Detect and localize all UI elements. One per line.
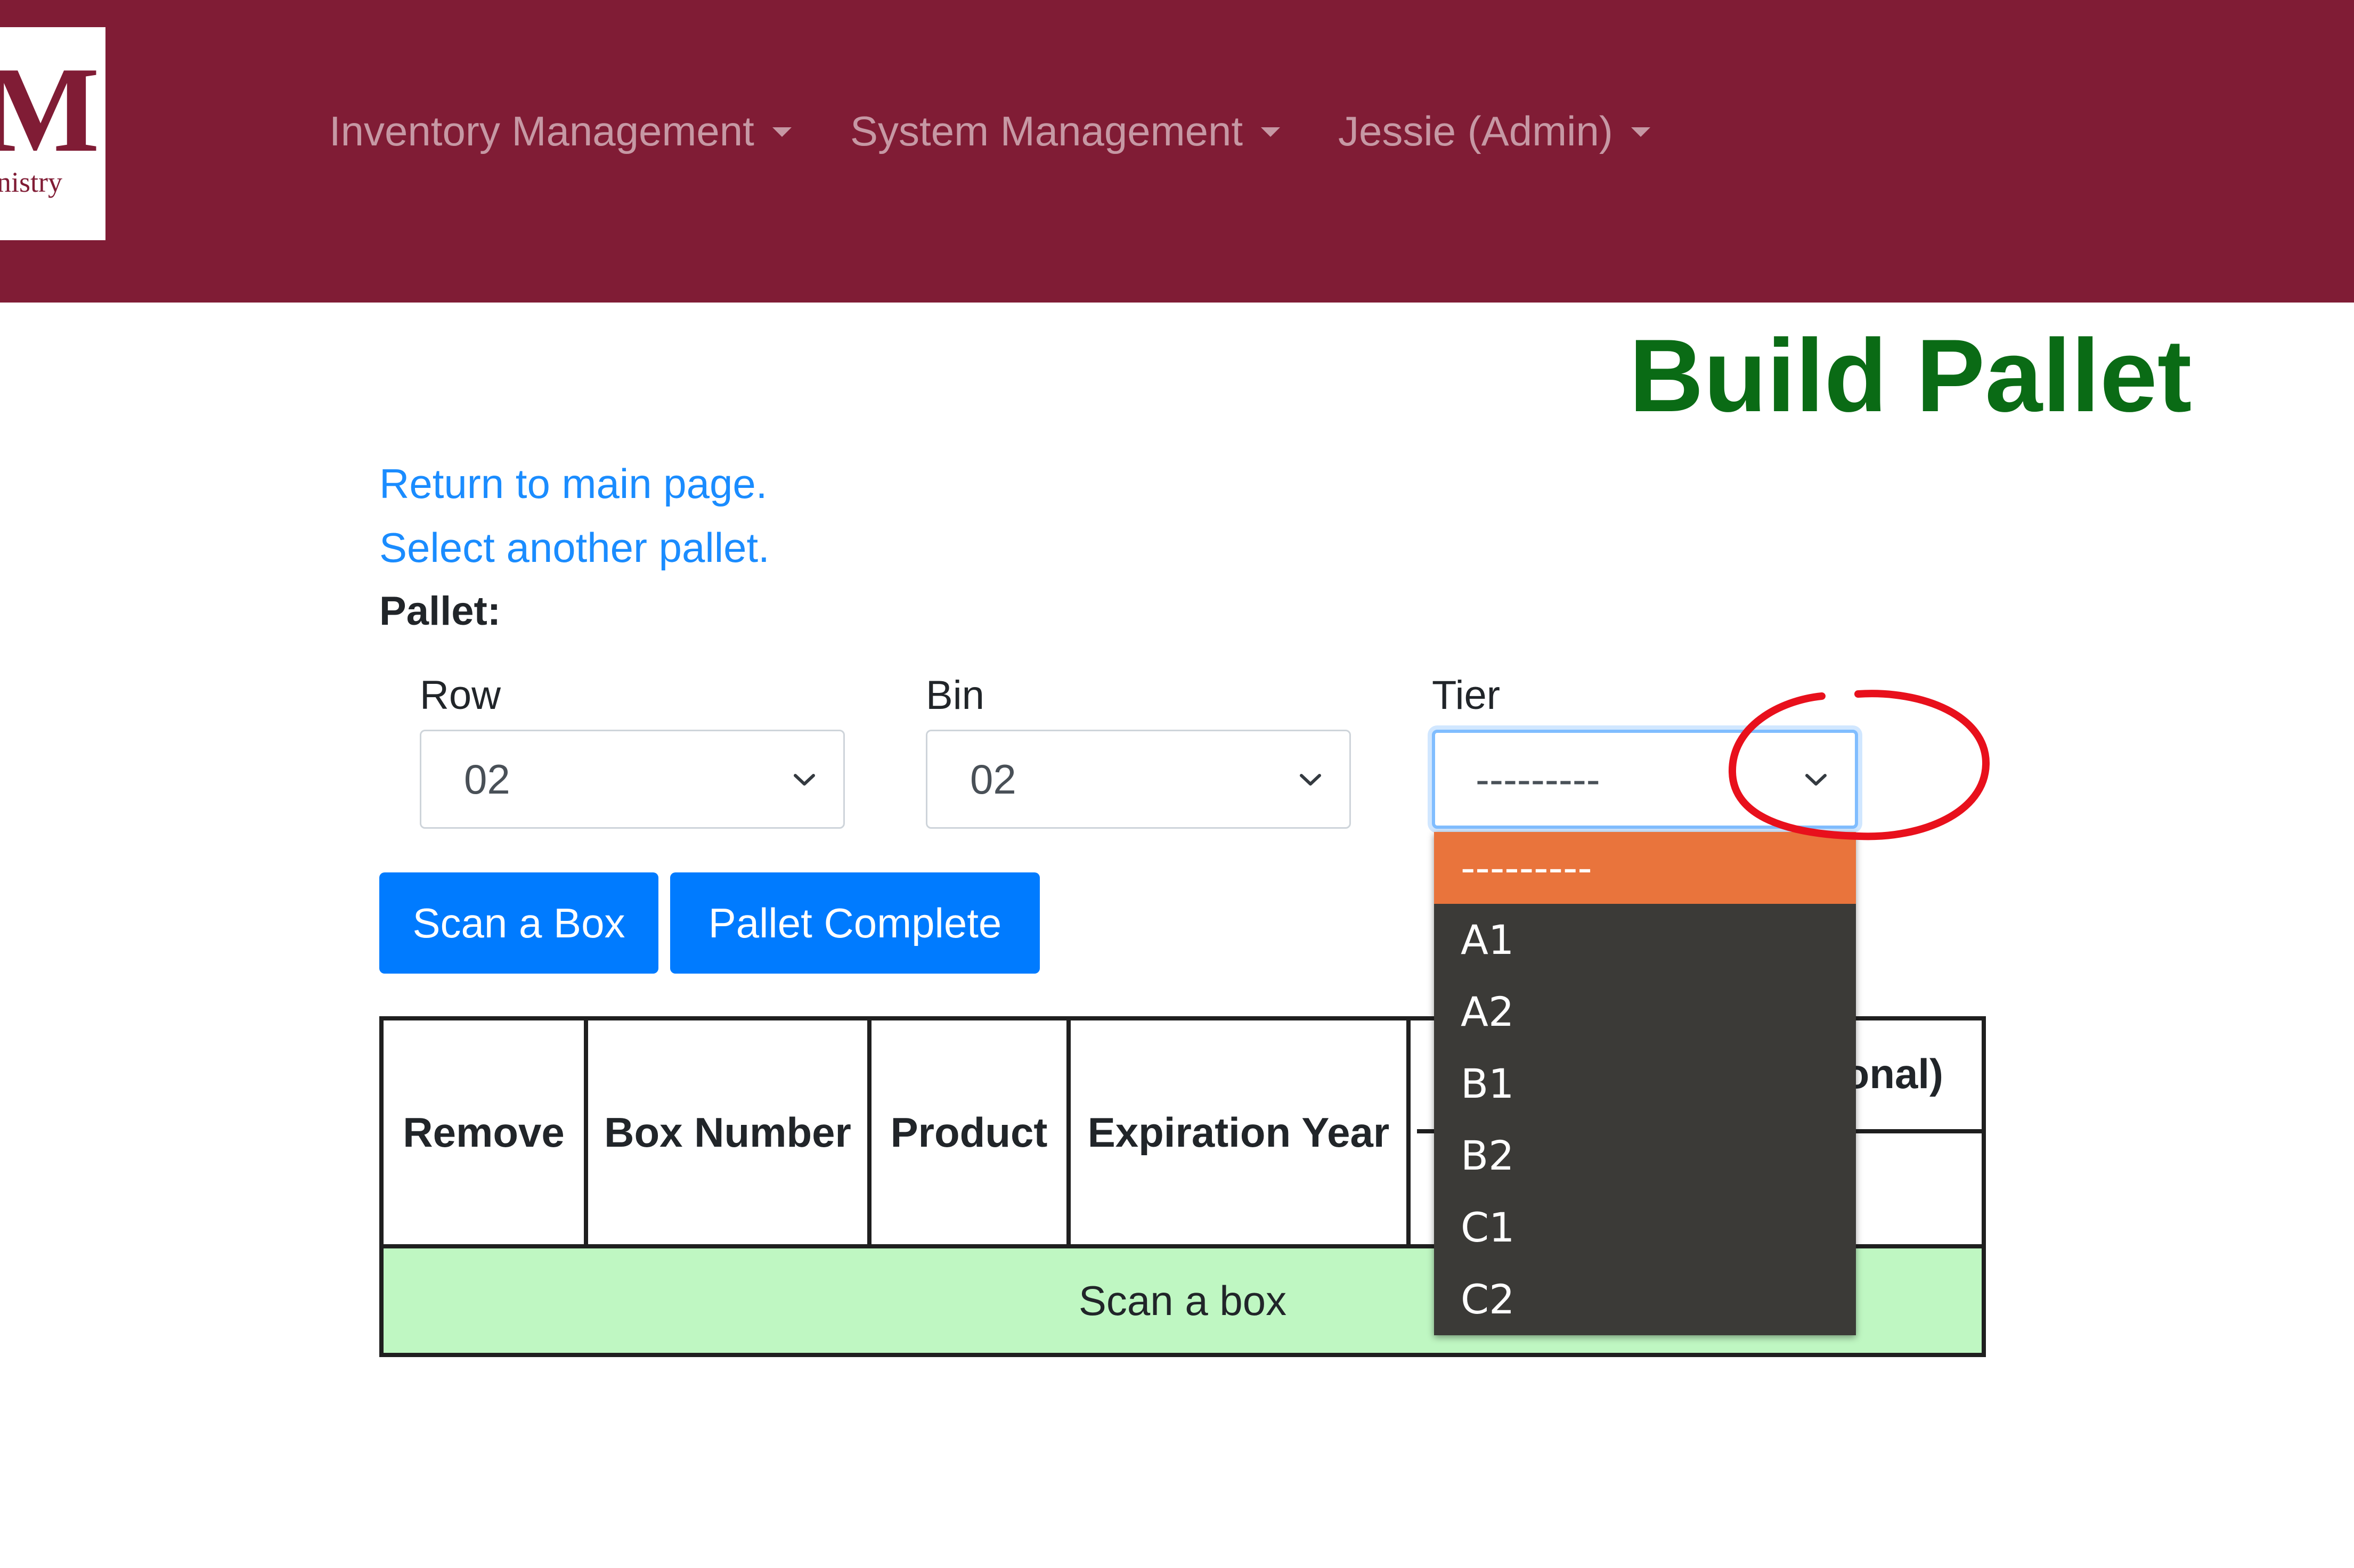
bin-label: Bin	[926, 673, 984, 718]
tier-option[interactable]: B2	[1434, 1120, 1856, 1191]
logo-subtext: nistry	[0, 166, 63, 198]
nav-inventory-label: Inventory Management	[329, 108, 754, 154]
table-header-product: Product	[890, 1108, 1048, 1156]
tier-option[interactable]: C2	[1434, 1263, 1856, 1335]
tier-select[interactable]: ---------	[1432, 730, 1858, 829]
column-divider	[867, 1020, 871, 1244]
tier-option[interactable]: A1	[1434, 904, 1856, 976]
nav-user-label: Jessie (Admin)	[1338, 108, 1613, 154]
tier-option[interactable]: A2	[1434, 976, 1856, 1048]
scan-box-button[interactable]: Scan a Box	[379, 872, 658, 974]
pallet-complete-button[interactable]: Pallet Complete	[670, 872, 1040, 974]
pallet-label: Pallet:	[379, 589, 501, 634]
nav-system-management[interactable]: System Management	[850, 107, 1281, 157]
column-divider	[1066, 1020, 1071, 1244]
caret-down-icon	[1631, 127, 1650, 137]
table-header-expiration-year: Expiration Year	[1087, 1108, 1390, 1156]
column-divider	[1406, 1020, 1411, 1244]
tier-option[interactable]: C1	[1434, 1191, 1856, 1263]
chevron-down-icon	[1805, 774, 1827, 786]
chevron-down-icon	[794, 774, 815, 786]
row-select[interactable]: 02	[420, 730, 845, 829]
table-header-remove: Remove	[403, 1108, 565, 1156]
empty-row-message: Scan a box	[1078, 1277, 1287, 1324]
chevron-down-icon	[1300, 774, 1321, 786]
table-header-box-number: Box Number	[604, 1108, 851, 1156]
brand-logo[interactable]: M nistry	[0, 27, 105, 240]
nav-user-menu[interactable]: Jessie (Admin)	[1338, 107, 1650, 157]
return-main-link[interactable]: Return to main page.	[379, 459, 767, 509]
row-select-value: 02	[464, 756, 510, 803]
logo-letter: M	[0, 42, 100, 177]
caret-down-icon	[1261, 127, 1281, 137]
bin-select-value: 02	[970, 756, 1016, 803]
page-title: Build Pallet	[1629, 318, 2192, 434]
tier-option[interactable]: B1	[1434, 1048, 1856, 1120]
tier-dropdown-list: --------- A1 A2 B1 B2 C1 C2	[1434, 832, 1856, 1335]
bin-select[interactable]: 02	[926, 730, 1351, 829]
nav-system-label: System Management	[850, 108, 1243, 154]
tier-option[interactable]: ---------	[1434, 832, 1856, 904]
select-another-pallet-link[interactable]: Select another pallet.	[379, 523, 770, 573]
column-divider	[584, 1020, 588, 1244]
nav-inventory-management[interactable]: Inventory Management	[329, 107, 792, 157]
row-label: Row	[420, 673, 501, 718]
top-navbar: M nistry Inventory Management System Man…	[0, 0, 2354, 303]
tier-label: Tier	[1432, 673, 1501, 718]
tier-select-value: ---------	[1476, 756, 1600, 803]
caret-down-icon	[772, 127, 792, 137]
